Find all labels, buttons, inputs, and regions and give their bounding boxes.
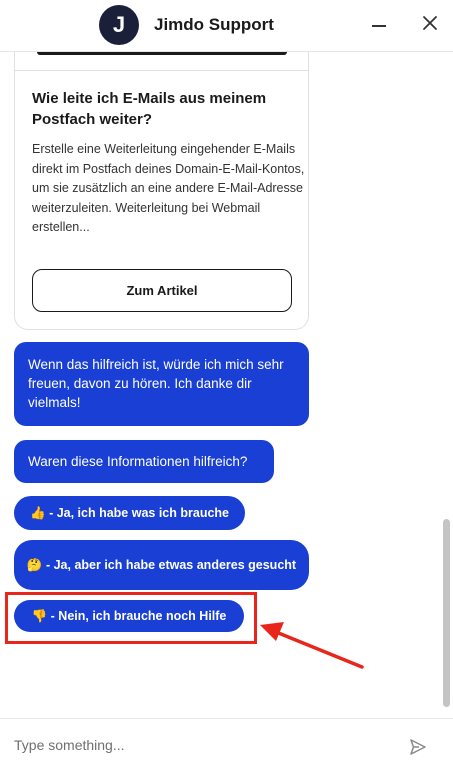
send-icon[interactable] xyxy=(409,738,427,756)
minimize-icon xyxy=(372,25,386,27)
thinking-face-icon: 🤔 xyxy=(26,558,43,572)
quick-reply-yes[interactable]: 👍 - Ja, ich habe was ich brauche xyxy=(14,496,245,530)
quick-reply-label: - Ja, aber ich habe etwas anderes gesuch… xyxy=(45,558,297,572)
chat-window: J Jimdo Support Wie leite ich E-Mails au… xyxy=(0,0,453,769)
open-article-button[interactable]: Zum Artikel xyxy=(32,269,292,312)
bot-message: Wenn das hilfreich ist, würde ich mich s… xyxy=(14,342,309,426)
quick-reply-label: - Ja, ich habe was ich brauche xyxy=(49,506,229,520)
scrollbar-thumb[interactable] xyxy=(443,519,450,707)
jimdo-logo: J xyxy=(99,5,139,45)
previous-card-edge xyxy=(37,52,287,55)
quick-reply-yes-but[interactable]: 🤔 - Ja, aber ich habe etwas anderes gesu… xyxy=(14,540,309,590)
highlight-box xyxy=(5,592,257,644)
bot-message: Waren diese Informationen hilfreich? xyxy=(14,440,274,483)
article-title: Wie leite ich E-Mails aus meinem Postfac… xyxy=(32,90,267,128)
chat-header: J Jimdo Support xyxy=(0,0,453,52)
thumbs-up-icon: 👍 xyxy=(30,506,46,520)
chat-title: Jimdo Support xyxy=(154,15,274,34)
minimize-button[interactable] xyxy=(368,12,390,34)
article-card: Wie leite ich E-Mails aus meinem Postfac… xyxy=(14,52,309,330)
message-input[interactable] xyxy=(14,731,394,759)
close-button[interactable] xyxy=(419,12,441,34)
close-icon xyxy=(423,16,437,30)
article-excerpt: Erstelle eine Weiterleitung eingehender … xyxy=(32,142,305,234)
card-divider xyxy=(15,70,308,71)
composer xyxy=(0,718,453,769)
